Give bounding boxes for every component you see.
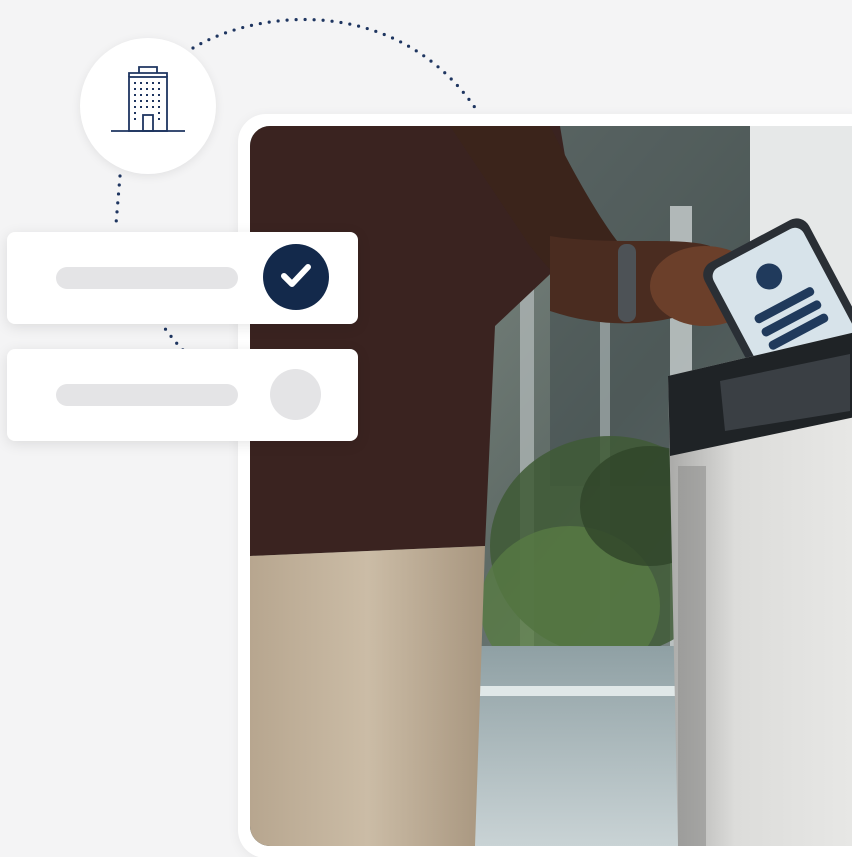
placeholder-bar [56,267,238,289]
completed-status [263,244,329,310]
checkmark-icon [276,255,316,300]
status-card-completed [7,232,358,324]
office-building-icon [109,65,187,148]
pending-status [270,369,321,420]
placeholder-bar [56,384,238,406]
status-card-pending [7,349,358,441]
building-badge [80,38,216,174]
illustration [0,0,852,857]
